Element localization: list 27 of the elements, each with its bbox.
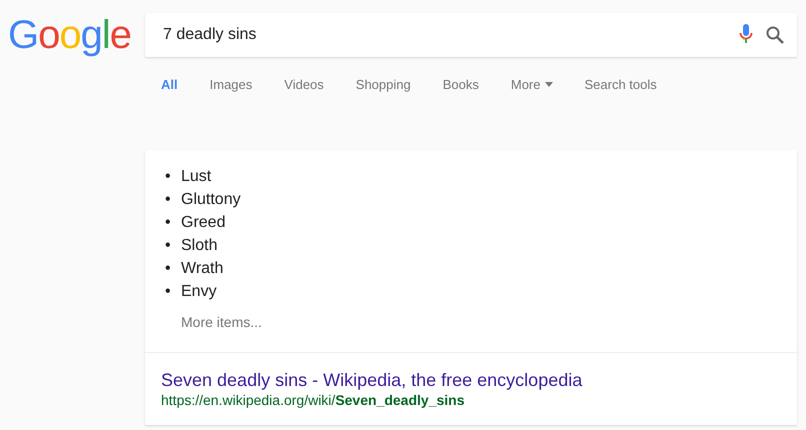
result-title-link[interactable]: Seven deadly sins - Wikipedia, the free encyclopedia <box>161 369 781 391</box>
tab[interactable]: Search tools <box>584 75 657 94</box>
result-url: https://en.wikipedia.org/wiki/Seven_deadly_sins <box>161 391 466 409</box>
list-item: Greed <box>181 213 226 233</box>
tab[interactable]: All <box>161 75 178 94</box>
search-bar[interactable]: 7 deadly sins <box>145 13 797 57</box>
list-item: Sloth <box>181 236 218 256</box>
tab[interactable]: Books <box>442 75 479 94</box>
bullet: • <box>165 167 172 187</box>
list-item: Envy <box>181 282 217 302</box>
bullet: • <box>165 190 172 210</box>
search-icon[interactable] <box>765 25 785 45</box>
bullet: • <box>165 213 172 233</box>
bullet: • <box>165 236 172 256</box>
tab[interactable]: Shopping <box>356 75 411 94</box>
more-items-link[interactable]: More items... <box>181 314 262 330</box>
logo[interactable]: Google <box>8 13 128 57</box>
caret-icon <box>544 82 552 87</box>
bullet: • <box>165 282 172 302</box>
list-item: Lust <box>181 167 212 187</box>
tab[interactable]: Images <box>210 75 252 94</box>
bullet: • <box>165 259 172 279</box>
tab[interactable]: Videos <box>284 75 324 94</box>
list-item: Wrath <box>181 259 224 279</box>
tab[interactable]: More <box>510 75 552 94</box>
search-field[interactable]: 7 deadly sins <box>161 25 727 45</box>
list-item: Gluttony <box>181 190 241 210</box>
